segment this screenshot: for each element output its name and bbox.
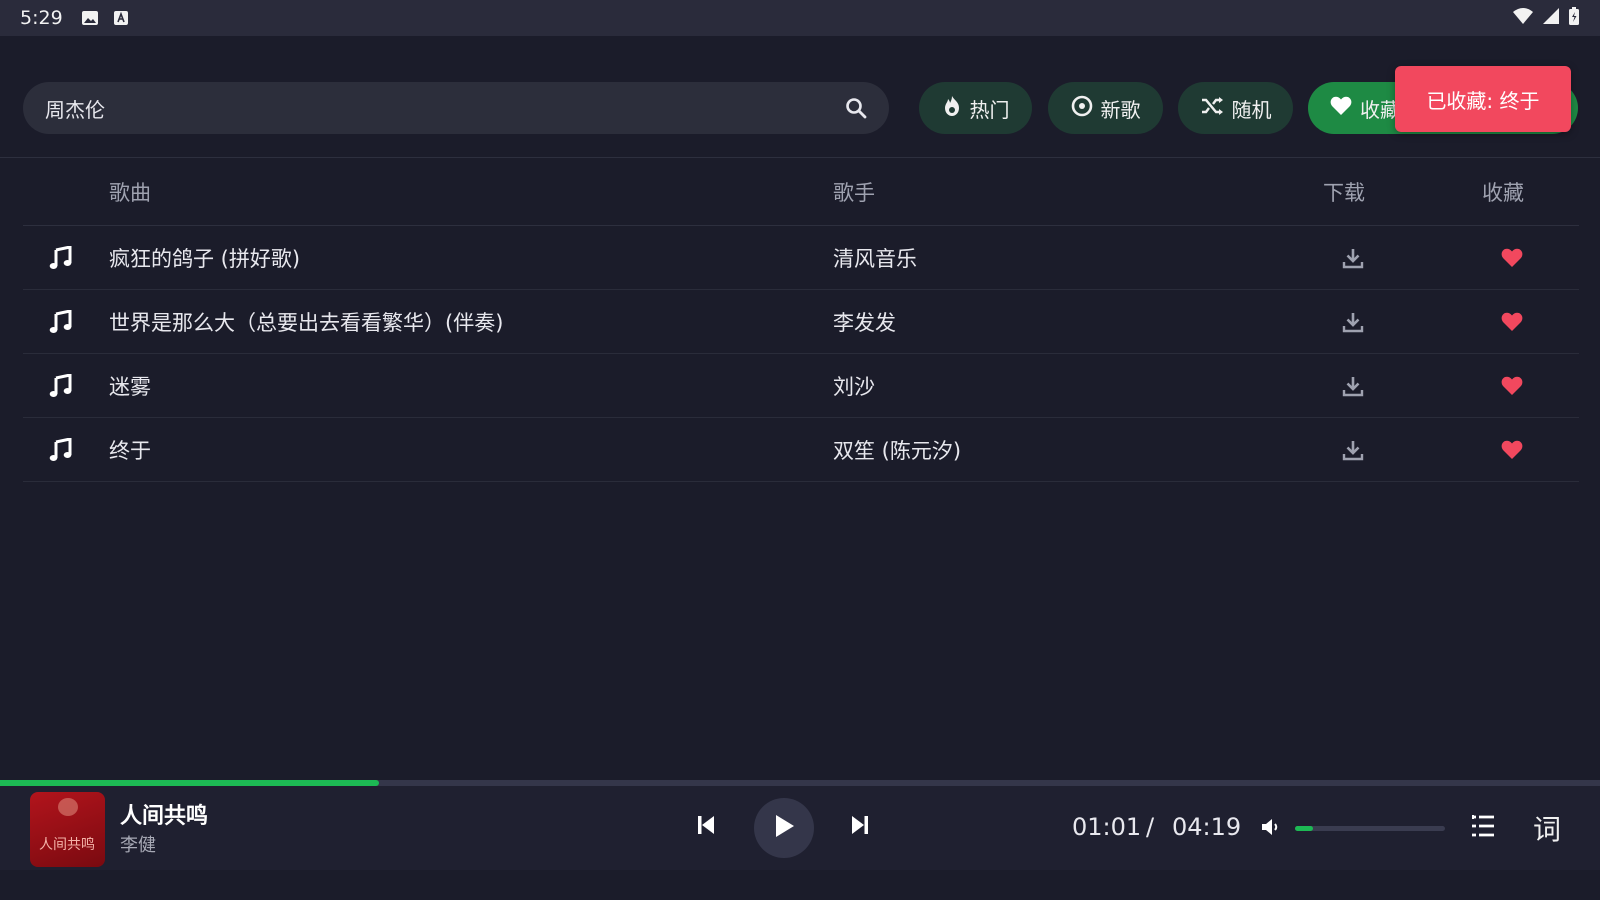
- song-artist: 清风音乐: [833, 246, 917, 271]
- volume-fill: [1295, 826, 1313, 831]
- volume-slider[interactable]: [1295, 826, 1445, 831]
- player-bar: 人间共鸣 人间共鸣 李健 01:01 / 04:19 词: [0, 786, 1600, 870]
- heart-icon: [1330, 96, 1352, 121]
- favorites-label: 收藏: [1360, 97, 1400, 122]
- download-icon[interactable]: [1323, 311, 1383, 333]
- top-bar: 周杰伦 热门 新歌 随机 收藏: [0, 36, 1600, 158]
- song-artist: 双笙 (陈元汐): [833, 438, 962, 463]
- cover-text: 人间共鸣: [39, 837, 95, 853]
- header-download: 下载: [1323, 180, 1365, 205]
- previous-track-icon[interactable]: [696, 814, 716, 836]
- keyboard-a-icon: [113, 10, 129, 26]
- table-header: 歌曲 歌手 下载 收藏: [23, 158, 1579, 226]
- header-artist: 歌手: [833, 180, 875, 205]
- favorite-heart-icon[interactable]: [1482, 440, 1542, 460]
- music-note-icon: [49, 437, 73, 462]
- shuffle-button[interactable]: 随机: [1178, 82, 1293, 134]
- new-songs-button[interactable]: 新歌: [1048, 82, 1163, 134]
- wifi-icon: [1512, 7, 1534, 30]
- favorite-heart-icon[interactable]: [1482, 248, 1542, 268]
- now-playing-artist: 李健: [120, 835, 156, 856]
- status-time: 5:29: [20, 7, 63, 29]
- play-icon: [772, 813, 796, 843]
- song-title: 疯狂的鸽子 (拼好歌): [109, 246, 301, 271]
- search-icon[interactable]: [845, 97, 867, 119]
- time-separator: /: [1146, 813, 1155, 841]
- lyrics-button[interactable]: 词: [1533, 808, 1561, 848]
- volume-icon[interactable]: [1260, 816, 1282, 838]
- flame-icon: [942, 95, 962, 122]
- disc-icon: [1071, 95, 1093, 122]
- image-icon: [81, 10, 99, 26]
- hot-label: 热门: [969, 97, 1010, 122]
- table-row[interactable]: 世界是那么大（总要出去看看繁华）(伴奏) 李发发: [23, 290, 1579, 354]
- hot-button[interactable]: 热门: [919, 82, 1032, 134]
- header-song: 歌曲: [109, 180, 151, 205]
- song-title: 迷雾: [109, 374, 151, 399]
- status-bar: 5:29: [0, 0, 1600, 36]
- favorite-heart-icon[interactable]: [1482, 376, 1542, 396]
- song-artist: 刘沙: [833, 374, 875, 399]
- total-time: 04:19: [1172, 813, 1242, 841]
- download-icon[interactable]: [1323, 439, 1383, 461]
- search-bar[interactable]: 周杰伦: [23, 82, 889, 134]
- next-track-icon[interactable]: [850, 814, 870, 836]
- download-icon[interactable]: [1323, 247, 1383, 269]
- table-row[interactable]: 疯狂的鸽子 (拼好歌) 清风音乐: [23, 226, 1579, 290]
- cell-signal-icon: [1542, 7, 1560, 30]
- music-note-icon: [49, 309, 73, 334]
- song-title: 终于: [109, 438, 151, 463]
- shuffle-label: 随机: [1231, 97, 1272, 122]
- cover-emblem: [58, 798, 78, 816]
- download-icon[interactable]: [1323, 375, 1383, 397]
- current-time: 01:01: [1072, 813, 1142, 841]
- play-button[interactable]: [754, 798, 814, 858]
- table-row[interactable]: 迷雾 刘沙: [23, 354, 1579, 418]
- battery-icon: [1568, 6, 1580, 31]
- toast-notification: 已收藏: 终于: [1395, 66, 1571, 132]
- favorite-heart-icon[interactable]: [1482, 312, 1542, 332]
- header-favorite: 收藏: [1482, 180, 1524, 205]
- table-row[interactable]: 终于 双笙 (陈元汐): [23, 418, 1579, 482]
- song-artist: 李发发: [833, 310, 896, 335]
- album-cover[interactable]: 人间共鸣: [30, 792, 105, 867]
- song-table: 歌曲 歌手 下载 收藏 疯狂的鸽子 (拼好歌) 清风音乐 世界是那么大（总要出去…: [23, 158, 1579, 482]
- music-note-icon: [49, 373, 73, 398]
- playlist-icon[interactable]: [1470, 814, 1496, 838]
- song-title: 世界是那么大（总要出去看看繁华）(伴奏): [109, 310, 504, 335]
- now-playing-title: 人间共鸣: [120, 804, 209, 829]
- new-songs-label: 新歌: [1100, 97, 1141, 122]
- music-note-icon: [49, 245, 73, 270]
- shuffle-icon: [1200, 96, 1224, 121]
- search-input[interactable]: 周杰伦: [45, 94, 845, 123]
